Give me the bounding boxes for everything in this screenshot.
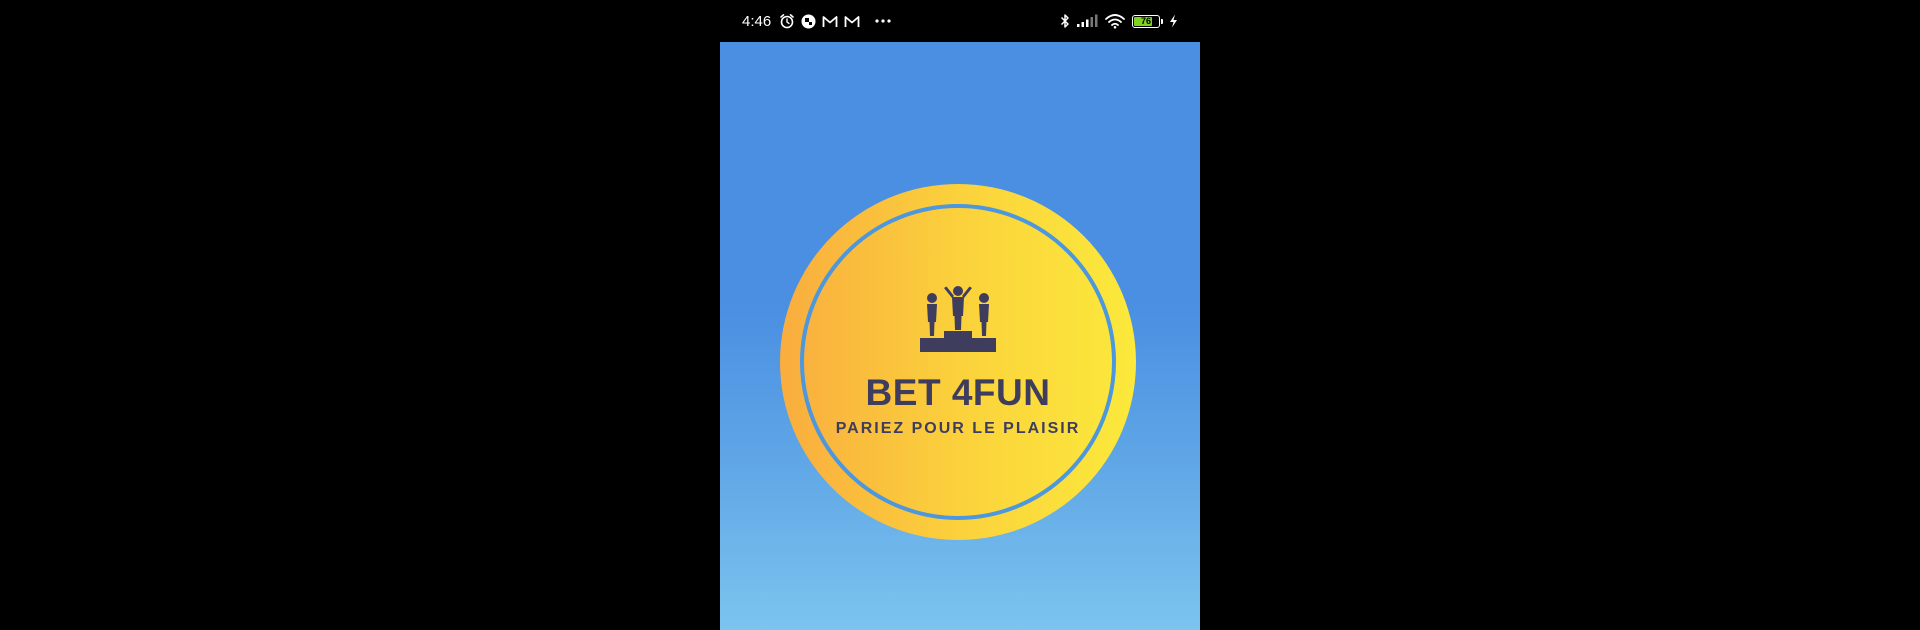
brand-name: BET 4FUN bbox=[865, 372, 1051, 413]
battery-level: 76 bbox=[1140, 15, 1151, 26]
phone-frame: 4:46 76 BET 4FUN PARIEZ POUR LE PLAISIR bbox=[720, 0, 1200, 630]
brand-tagline: PARIEZ POUR LE PLAISIR bbox=[835, 420, 1081, 437]
charging-icon bbox=[1169, 14, 1178, 28]
more-dots-icon bbox=[874, 18, 892, 24]
status-clock: 4:46 bbox=[742, 12, 772, 30]
battery-icon: 76 bbox=[1132, 14, 1160, 28]
bluetooth-icon bbox=[1060, 13, 1070, 29]
logo-ring bbox=[800, 204, 1116, 520]
cellular-signal-icon bbox=[1076, 14, 1098, 28]
app-logo: BET 4FUN PARIEZ POUR LE PLAISIR bbox=[780, 184, 1136, 540]
app-notification-icon bbox=[801, 14, 816, 29]
gmail-icon bbox=[822, 15, 838, 28]
wifi-icon bbox=[1104, 13, 1126, 29]
gmail-icon bbox=[844, 15, 860, 28]
battery-body: 76 bbox=[1132, 14, 1160, 28]
alarm-icon bbox=[779, 13, 795, 29]
status-bar-right: 76 bbox=[1060, 0, 1178, 42]
podium-icon bbox=[920, 286, 996, 352]
status-bar: 4:46 76 bbox=[720, 0, 1200, 42]
battery-cap bbox=[1161, 18, 1163, 24]
status-bar-left: 4:46 bbox=[742, 0, 892, 42]
splash-screen: BET 4FUN PARIEZ POUR LE PLAISIR bbox=[720, 42, 1200, 630]
